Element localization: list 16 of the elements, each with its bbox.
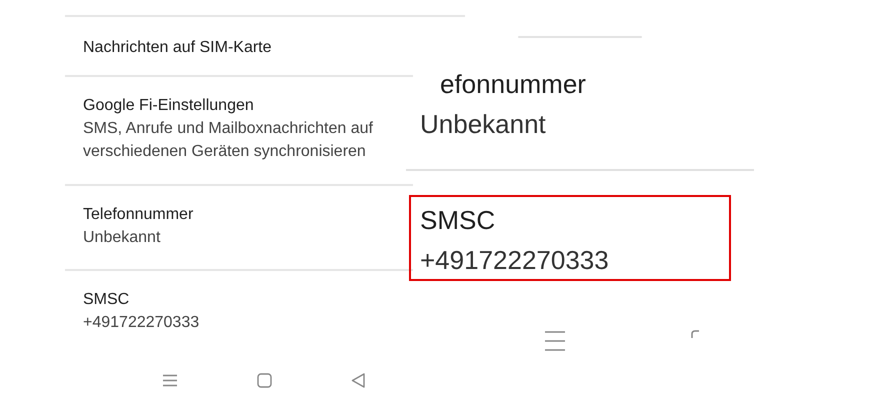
- back-icon[interactable]: [351, 373, 365, 388]
- item-subtitle: +491722270333: [420, 244, 609, 277]
- item-title: Nachrichten auf SIM-Karte: [83, 38, 272, 58]
- item-subtitle: Unbekannt: [420, 108, 546, 141]
- home-icon[interactable]: [257, 373, 272, 388]
- item-subtitle: +491722270333: [83, 313, 200, 333]
- item-subtitle: SMS, Anrufe und Mailboxnachrichten auf verschiedenen Geräten synchronisieren: [83, 119, 374, 162]
- item-title: SMSC: [420, 204, 496, 237]
- item-title: Google Fi-Einstellungen: [83, 96, 254, 116]
- item-title: Telefonnummer: [83, 205, 194, 225]
- menu-icon[interactable]: [162, 374, 178, 387]
- corner-icon: [691, 330, 699, 338]
- item-title: SMSC: [83, 290, 130, 310]
- item-subtitle: Unbekannt: [83, 228, 162, 248]
- item-title: efonnummer: [440, 68, 586, 101]
- menu-icon: [544, 330, 566, 352]
